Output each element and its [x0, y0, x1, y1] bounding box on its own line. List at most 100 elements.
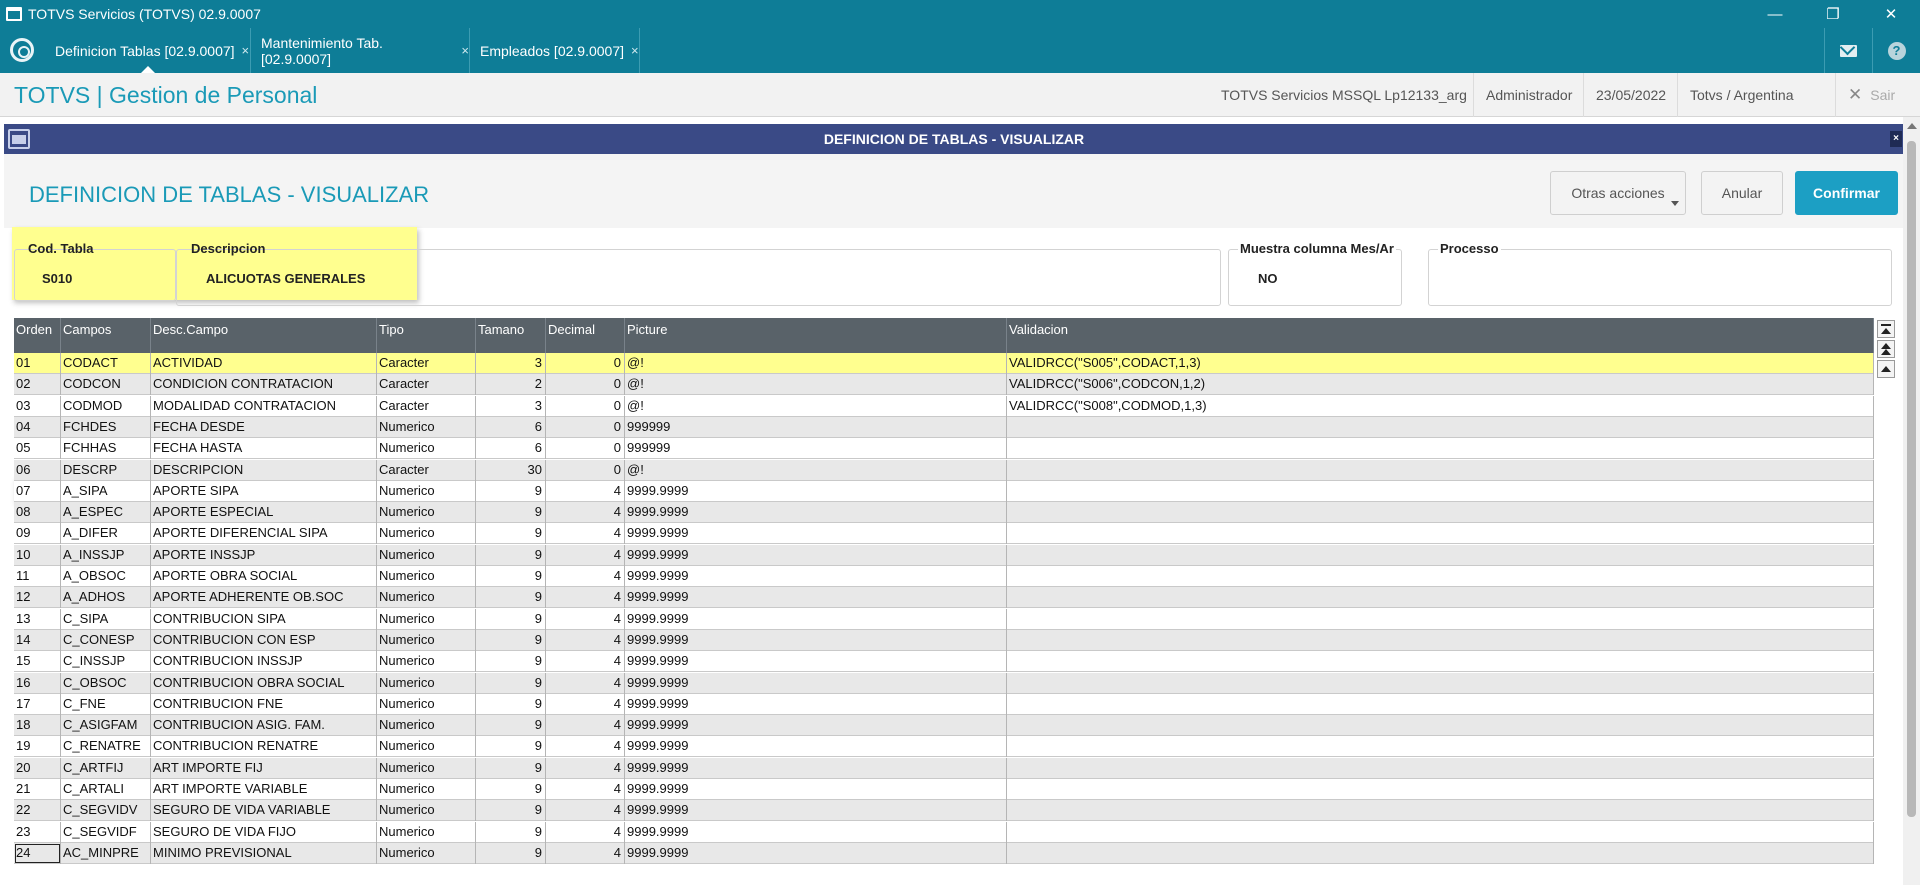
- cell-tipo[interactable]: Numerico: [377, 629, 476, 651]
- cell-orden[interactable]: 01: [14, 353, 61, 374]
- cell-validacion[interactable]: [1007, 629, 1874, 651]
- table-row[interactable]: 06 DESCRP DESCRIPCION Caracter 30 0 @!: [14, 459, 1874, 481]
- cell-campos[interactable]: A_SIPA: [61, 480, 151, 502]
- cell-decimal[interactable]: 0: [546, 438, 625, 460]
- cell-decimal[interactable]: 4: [546, 736, 625, 758]
- cell-validacion[interactable]: VALIDRCC("S008",CODMOD,1,3): [1007, 395, 1874, 417]
- cell-campos[interactable]: A_ADHOS: [61, 587, 151, 609]
- cell-desc-campo[interactable]: CONTRIBUCION SIPA: [151, 608, 377, 630]
- cell-tamano[interactable]: 9: [476, 715, 546, 737]
- cell-campos[interactable]: CODMOD: [61, 395, 151, 417]
- cell-decimal[interactable]: 4: [546, 544, 625, 566]
- cell-desc-campo[interactable]: APORTE DIFERENCIAL SIPA: [151, 523, 377, 545]
- table-row[interactable]: 20 C_ARTFIJ ART IMPORTE FIJ Numerico 9 4 9999.…: [14, 757, 1874, 779]
- cell-campos[interactable]: C_FNE: [61, 693, 151, 715]
- cell-picture[interactable]: @!: [625, 395, 1007, 417]
- cell-tipo[interactable]: Numerico: [377, 757, 476, 779]
- table-row[interactable]: 09 A_DIFER APORTE DIFERENCIAL SIPA Numerico…: [14, 523, 1874, 545]
- cell-decimal[interactable]: 4: [546, 587, 625, 609]
- cell-decimal[interactable]: 4: [546, 821, 625, 843]
- cell-desc-campo[interactable]: CONTRIBUCION RENATRE: [151, 736, 377, 758]
- messages-button[interactable]: [1824, 28, 1872, 73]
- cell-tipo[interactable]: Numerico: [377, 672, 476, 694]
- cell-tamano[interactable]: 9: [476, 693, 546, 715]
- cell-orden[interactable]: 11: [14, 566, 61, 587]
- cell-validacion[interactable]: [1007, 821, 1874, 843]
- muestra-field[interactable]: [1228, 249, 1402, 306]
- cell-orden[interactable]: 22: [14, 800, 61, 822]
- cell-picture[interactable]: @!: [625, 459, 1007, 481]
- cell-orden[interactable]: 13: [14, 608, 61, 630]
- processo-field[interactable]: [1428, 249, 1892, 306]
- cell-desc-campo[interactable]: APORTE ESPECIAL: [151, 502, 377, 524]
- cell-campos[interactable]: C_INSSJP: [61, 651, 151, 673]
- cell-tipo[interactable]: Numerico: [377, 715, 476, 737]
- cell-tipo[interactable]: Numerico: [377, 608, 476, 630]
- cell-desc-campo[interactable]: CONTRIBUCION CON ESP: [151, 629, 377, 651]
- cell-decimal[interactable]: 0: [546, 395, 625, 417]
- cell-campos[interactable]: C_SEGVIDV: [61, 800, 151, 822]
- cell-tamano[interactable]: 2: [476, 374, 546, 396]
- cell-tamano[interactable]: 9: [476, 587, 546, 609]
- cell-validacion[interactable]: [1007, 693, 1874, 715]
- tab-close-icon[interactable]: ×: [631, 43, 639, 58]
- cell-decimal[interactable]: 0: [546, 353, 625, 374]
- cell-decimal[interactable]: 4: [546, 693, 625, 715]
- cell-orden[interactable]: 07: [14, 480, 61, 502]
- cell-validacion[interactable]: [1007, 502, 1874, 524]
- cell-picture[interactable]: 9999.9999: [625, 800, 1007, 822]
- column-header-campos[interactable]: Campos: [61, 318, 151, 353]
- cell-desc-campo[interactable]: ART IMPORTE FIJ: [151, 757, 377, 779]
- cell-decimal[interactable]: 4: [546, 715, 625, 737]
- table-row[interactable]: 01 CODACT ACTIVIDAD Caracter 3 0 @! VALIDRCC("S…: [14, 353, 1874, 374]
- cell-decimal[interactable]: 4: [546, 480, 625, 502]
- confirm-button[interactable]: Confirmar: [1795, 171, 1898, 215]
- cell-tipo[interactable]: Numerico: [377, 587, 476, 609]
- close-icon[interactable]: ✕: [1862, 0, 1920, 28]
- cell-decimal[interactable]: 4: [546, 651, 625, 673]
- cell-tipo[interactable]: Numerico: [377, 693, 476, 715]
- table-row[interactable]: 22 C_SEGVIDV SEGURO DE VIDA VARIABLE Numeri…: [14, 800, 1874, 822]
- cell-picture[interactable]: 9999.9999: [625, 779, 1007, 800]
- cell-picture[interactable]: 9999.9999: [625, 502, 1007, 524]
- table-row[interactable]: 10 A_INSSJP APORTE INSSJP Numerico 9 4 9999.99…: [14, 544, 1874, 566]
- cell-tamano[interactable]: 6: [476, 438, 546, 460]
- column-header-orden[interactable]: Orden: [14, 318, 61, 353]
- scroll-up-icon[interactable]: [1907, 123, 1917, 129]
- table-row[interactable]: 15 C_INSSJP CONTRIBUCION INSSJP Numerico 9 4 9…: [14, 651, 1874, 673]
- cell-tamano[interactable]: 9: [476, 480, 546, 502]
- cell-validacion[interactable]: [1007, 651, 1874, 673]
- cell-validacion[interactable]: [1007, 779, 1874, 800]
- cell-tipo[interactable]: Numerico: [377, 502, 476, 524]
- cell-tamano[interactable]: 9: [476, 502, 546, 524]
- cell-tamano[interactable]: 9: [476, 566, 546, 587]
- restore-icon[interactable]: ❐: [1804, 0, 1862, 28]
- cell-tamano[interactable]: 3: [476, 353, 546, 374]
- column-header-validacion[interactable]: Validacion: [1007, 318, 1874, 353]
- cell-decimal[interactable]: 4: [546, 672, 625, 694]
- cell-desc-campo[interactable]: SEGURO DE VIDA FIJO: [151, 821, 377, 843]
- cell-decimal[interactable]: 0: [546, 459, 625, 481]
- table-row[interactable]: 18 C_ASIGFAM CONTRIBUCION ASIG. FAM. Numeri…: [14, 715, 1874, 737]
- table-row[interactable]: 16 C_OBSOC CONTRIBUCION OBRA SOCIAL Numeric…: [14, 672, 1874, 694]
- cell-desc-campo[interactable]: CONTRIBUCION FNE: [151, 693, 377, 715]
- exit-button[interactable]: ✕ Sair: [1835, 73, 1907, 117]
- cell-tamano[interactable]: 30: [476, 459, 546, 481]
- cell-validacion[interactable]: [1007, 715, 1874, 737]
- cell-validacion[interactable]: VALIDRCC("S005",CODACT,1,3): [1007, 353, 1874, 374]
- table-row[interactable]: 17 C_FNE CONTRIBUCION FNE Numerico 9 4 9999.99…: [14, 693, 1874, 715]
- cell-desc-campo[interactable]: APORTE OBRA SOCIAL: [151, 566, 377, 587]
- cell-orden[interactable]: 10: [14, 544, 61, 566]
- cell-campos[interactable]: C_OBSOC: [61, 672, 151, 694]
- cell-tipo[interactable]: Caracter: [377, 459, 476, 481]
- cod-tabla-field[interactable]: [14, 249, 176, 301]
- cell-campos[interactable]: C_ARTALI: [61, 779, 151, 800]
- dialog-close-icon[interactable]: ×: [1890, 131, 1902, 147]
- cell-picture[interactable]: 9999.9999: [625, 736, 1007, 758]
- cell-tamano[interactable]: 6: [476, 416, 546, 438]
- cell-tamano[interactable]: 9: [476, 544, 546, 566]
- cell-orden[interactable]: 17: [14, 693, 61, 715]
- cell-desc-campo[interactable]: FECHA HASTA: [151, 438, 377, 460]
- cell-decimal[interactable]: 4: [546, 629, 625, 651]
- cell-picture[interactable]: 9999.9999: [625, 651, 1007, 673]
